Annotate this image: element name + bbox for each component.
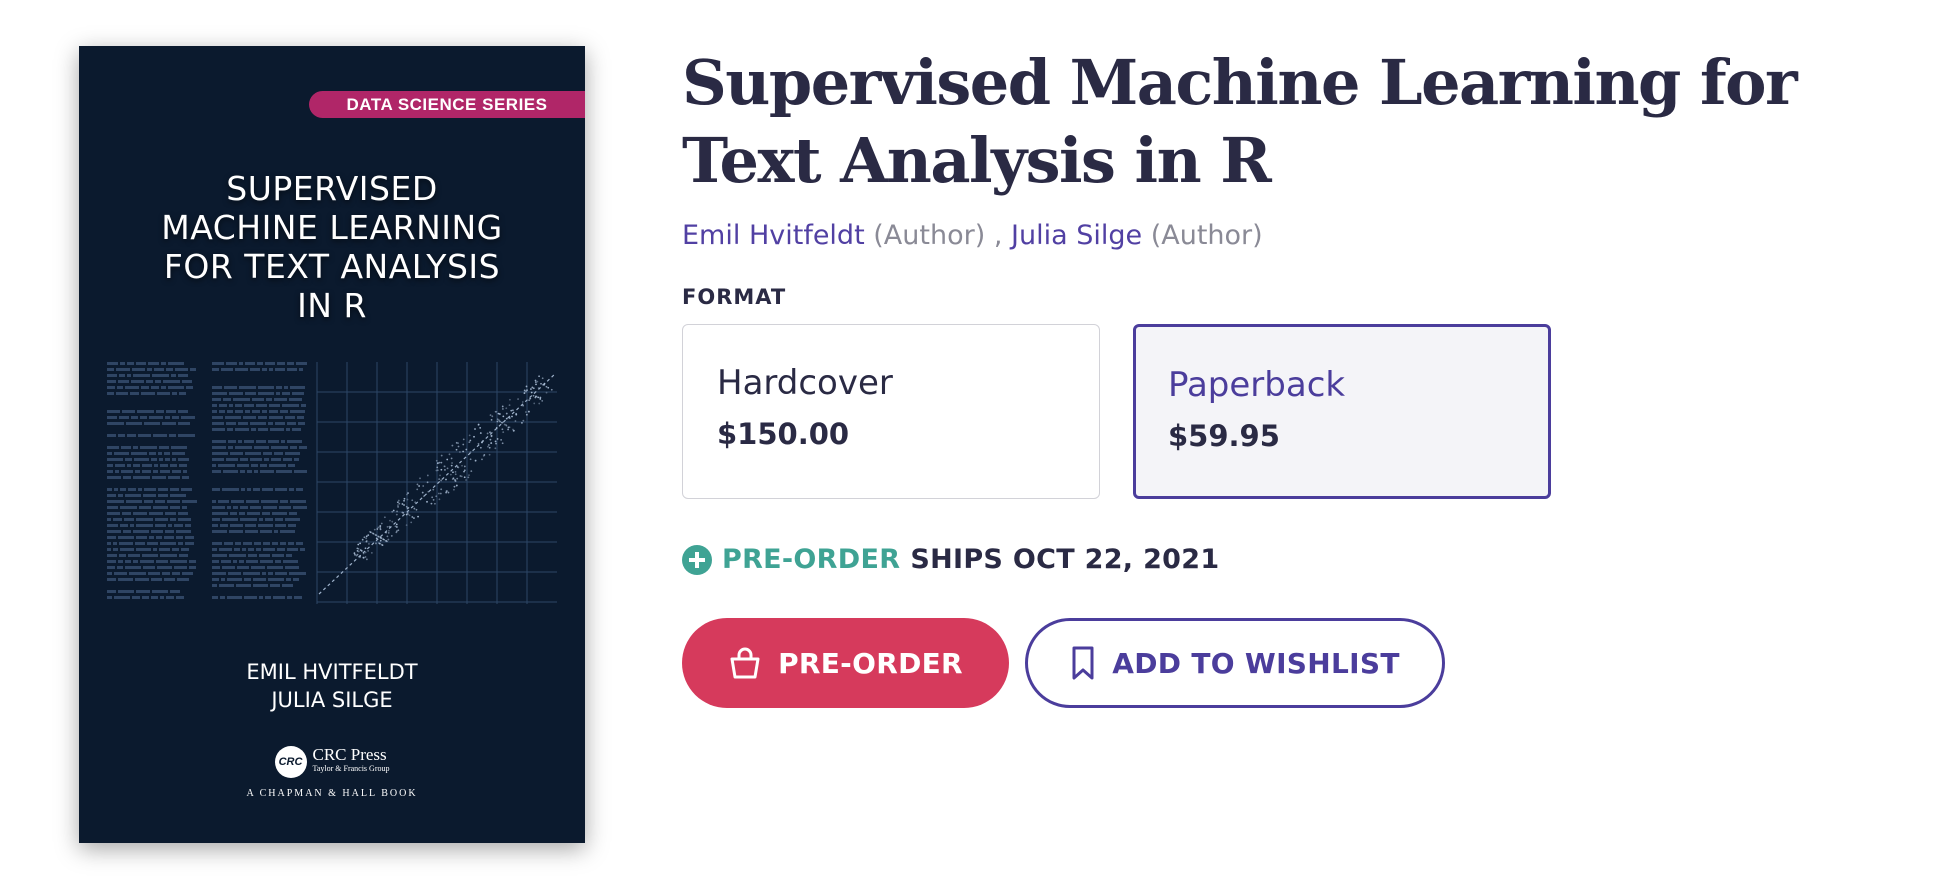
action-buttons: PRE-ORDER ADD TO WISHLIST — [682, 618, 1922, 708]
publisher-subtitle: Taylor & Francis Group — [312, 764, 390, 773]
shopping-bag-icon — [730, 647, 760, 679]
author-list: Emil Hvitfeldt (Author) , Julia Silge (A… — [682, 220, 1922, 251]
product-info: Supervised Machine Learning for Text Ana… — [682, 44, 1922, 708]
author-link[interactable]: Julia Silge — [1011, 220, 1142, 251]
format-price: $59.95 — [1168, 419, 1280, 453]
author-separator: , — [993, 220, 1003, 251]
plus-circle-icon — [682, 544, 712, 575]
publisher-imprint: A CHAPMAN & HALL BOOK — [246, 788, 418, 799]
format-name: Hardcover — [717, 363, 893, 403]
product-title: Supervised Machine Learning for Text Ana… — [682, 46, 1798, 197]
series-banner: DATA SCIENCE SERIES — [309, 91, 585, 118]
cover-text-texture — [107, 362, 307, 599]
publisher-block: CRC CRC Press Taylor & Francis Group — [79, 746, 585, 778]
wishlist-button-label: ADD TO WISHLIST — [1112, 646, 1400, 680]
publisher-name: CRC Press — [312, 745, 387, 764]
author-role: (Author) — [873, 220, 986, 251]
format-options: Hardcover $150.00 Paperback $59.95 — [682, 324, 1922, 499]
author-role: (Author) — [1150, 220, 1263, 251]
cover-scatter — [353, 375, 553, 561]
format-label: FORMAT — [682, 285, 787, 309]
ship-date: SHIPS OCT 22, 2021 — [910, 544, 1220, 575]
cover-author-line: JULIA SILGE — [271, 688, 393, 712]
cover-authors: EMIL HVITFELDT JULIA SILGE — [79, 658, 585, 714]
cover-author-line: EMIL HVITFELDT — [246, 660, 418, 684]
add-to-wishlist-button[interactable]: ADD TO WISHLIST — [1025, 618, 1445, 708]
cover-title: SUPERVISED MACHINE LEARNING FOR TEXT ANA… — [79, 169, 585, 325]
cover-title-line: SUPERVISED — [226, 169, 438, 208]
format-name: Paperback — [1168, 365, 1346, 405]
format-price: $150.00 — [717, 417, 850, 451]
preorder-status: PRE-ORDER — [722, 544, 901, 575]
format-option-paperback[interactable]: Paperback $59.95 — [1133, 324, 1551, 499]
preorder-button[interactable]: PRE-ORDER — [682, 618, 1009, 708]
cover-grid — [316, 362, 557, 604]
author-link[interactable]: Emil Hvitfeldt — [682, 220, 865, 251]
shipping-info: PRE-ORDER SHIPS OCT 22, 2021 — [682, 544, 1922, 575]
preorder-button-label: PRE-ORDER — [778, 646, 963, 680]
format-option-hardcover[interactable]: Hardcover $150.00 — [682, 324, 1100, 499]
cover-title-line: IN R — [297, 286, 367, 325]
cover-artwork — [107, 362, 557, 604]
cover-title-line: FOR TEXT ANALYSIS — [163, 247, 501, 286]
crc-logo: CRC — [274, 746, 307, 778]
cover-title-line: MACHINE LEARNING — [161, 208, 503, 247]
book-cover: DATA SCIENCE SERIES SUPERVISED MACHINE L… — [79, 46, 585, 843]
bookmark-icon — [1072, 646, 1094, 680]
